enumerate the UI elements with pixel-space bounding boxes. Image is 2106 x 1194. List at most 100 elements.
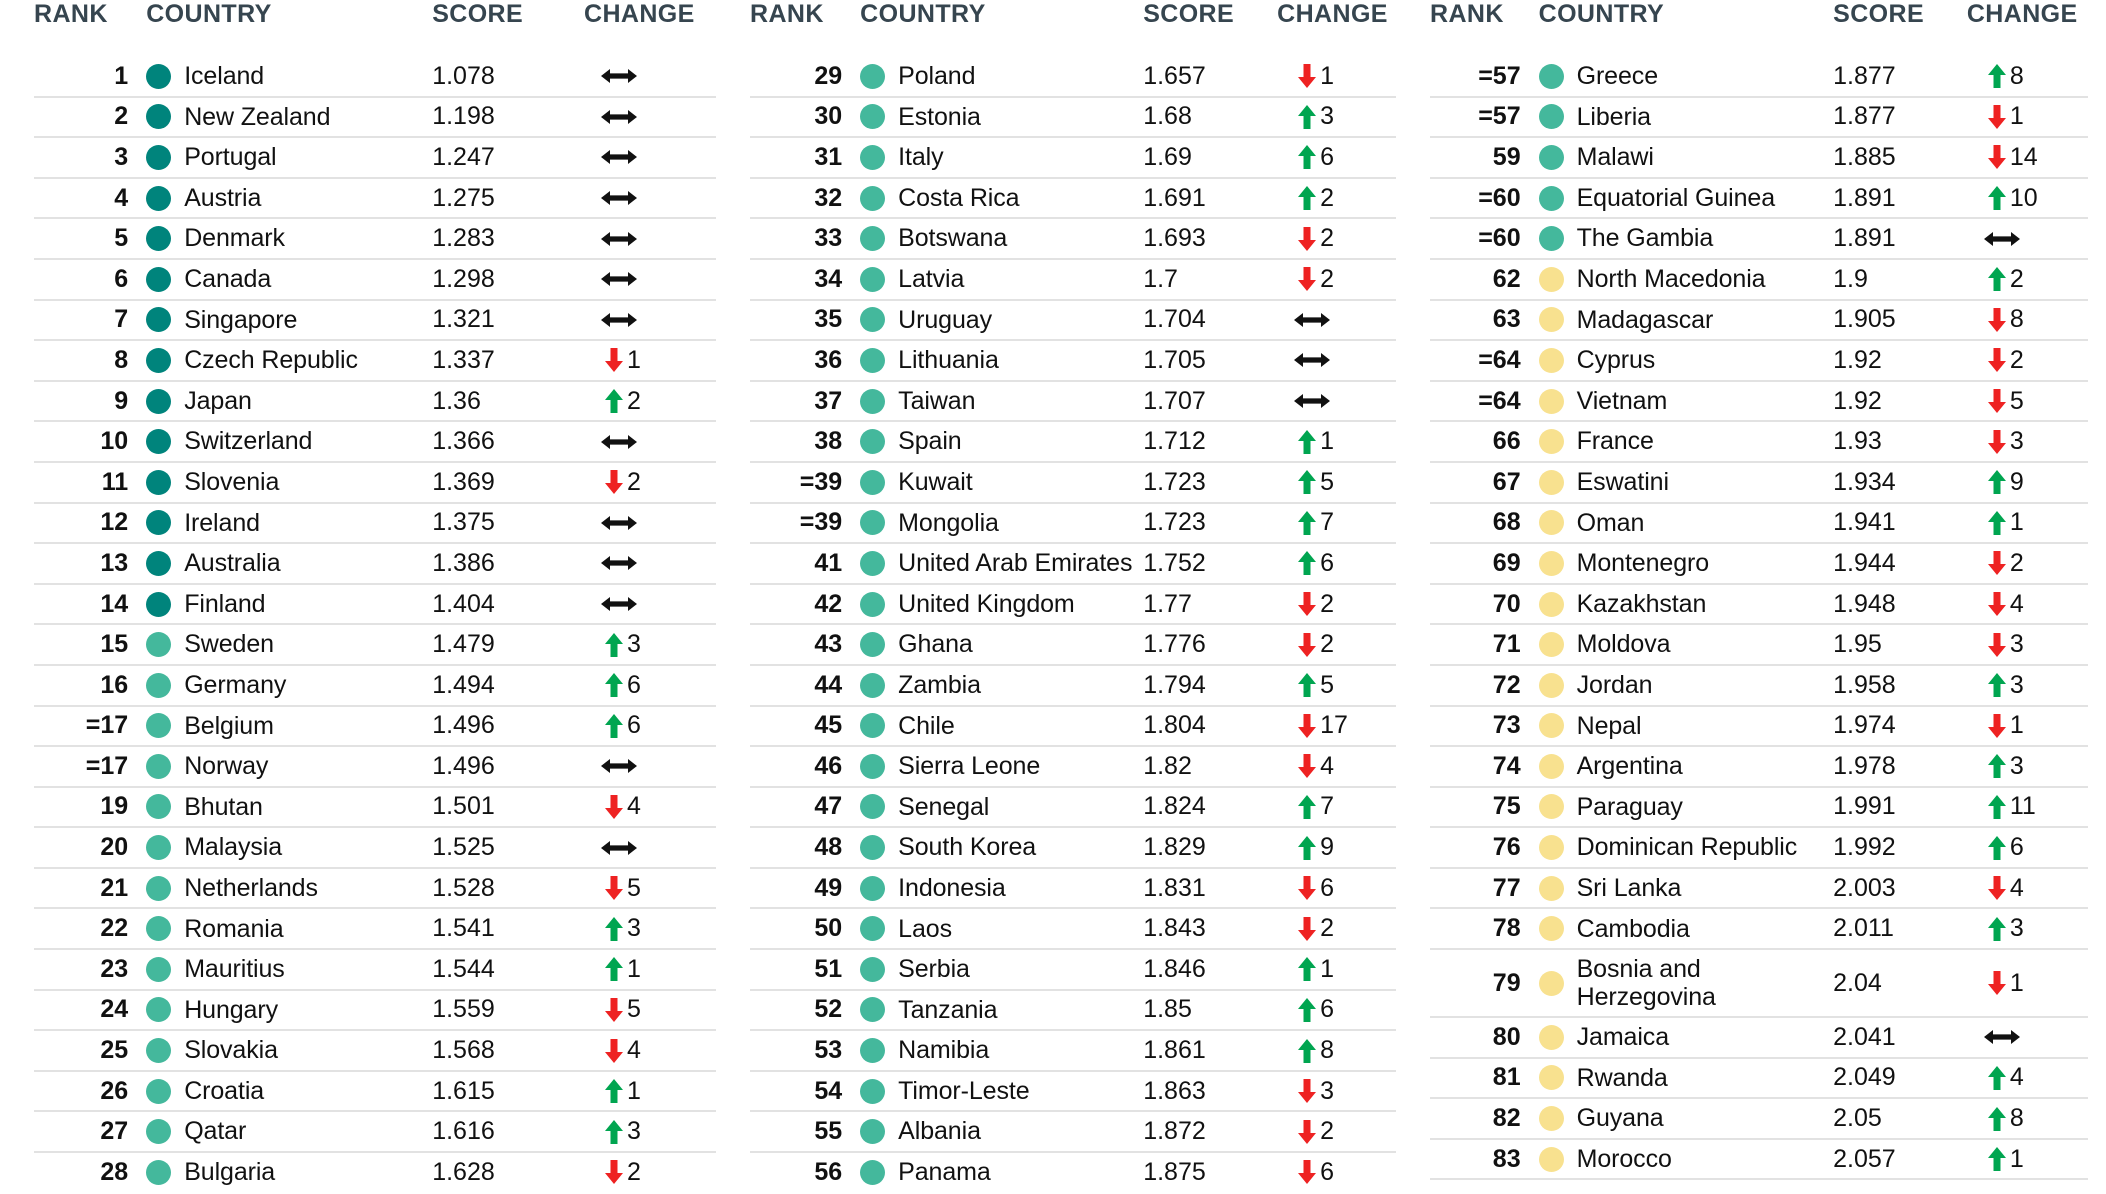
table-row[interactable]: =17 Norway 1.496 bbox=[34, 746, 716, 787]
table-row[interactable]: 21 Netherlands 1.528 5 bbox=[34, 867, 716, 909]
table-row[interactable]: 6 Canada 1.298 bbox=[34, 258, 716, 300]
table-row[interactable]: 30 Estonia 1.68 3 bbox=[750, 96, 1396, 138]
cell-country: Croatia bbox=[146, 1071, 432, 1112]
table-row[interactable]: 75 Paraguay 1.991 11 bbox=[1430, 786, 2088, 828]
table-row[interactable]: 37 Taiwan 1.707 bbox=[750, 380, 1396, 422]
table-row[interactable]: 55 Albania 1.872 2 bbox=[750, 1111, 1396, 1152]
country-name: Denmark bbox=[184, 224, 285, 253]
cell-country: Ireland bbox=[146, 503, 432, 544]
table-row[interactable]: 50 Laos 1.843 2 bbox=[750, 908, 1396, 949]
table-row[interactable]: 70 Kazakhstan 1.948 4 bbox=[1430, 583, 2088, 625]
table-row[interactable]: 28 Bulgaria 1.628 2 bbox=[34, 1152, 716, 1192]
table-row[interactable]: 59 Malawi 1.885 14 bbox=[1430, 137, 2088, 178]
table-row[interactable]: 10 Switzerland 1.366 bbox=[34, 421, 716, 462]
table-row[interactable]: 31 Italy 1.69 6 bbox=[750, 137, 1396, 178]
table-row[interactable]: 24 Hungary 1.559 5 bbox=[34, 989, 716, 1031]
table-row[interactable]: 38 Spain 1.712 1 bbox=[750, 421, 1396, 462]
table-row[interactable]: 20 Malaysia 1.525 bbox=[34, 827, 716, 868]
table-row[interactable]: 1 Iceland 1.078 bbox=[34, 57, 716, 97]
table-row[interactable]: =60 Equatorial Guinea 1.891 10 bbox=[1430, 177, 2088, 219]
table-row[interactable]: 51 Serbia 1.846 1 bbox=[750, 949, 1396, 990]
table-row[interactable]: 26 Croatia 1.615 1 bbox=[34, 1070, 716, 1112]
table-row[interactable]: 14 Finland 1.404 bbox=[34, 583, 716, 625]
table-row[interactable]: 19 Bhutan 1.501 4 bbox=[34, 786, 716, 828]
arrow-up-icon bbox=[1987, 916, 2007, 942]
table-row[interactable]: 2 New Zealand 1.198 bbox=[34, 96, 716, 138]
table-row[interactable]: 76 Dominican Republic 1.992 6 bbox=[1430, 827, 2088, 868]
table-row[interactable]: =64 Cyprus 1.92 2 bbox=[1430, 340, 2088, 381]
table-row[interactable]: 69 Montenegro 1.944 2 bbox=[1430, 543, 2088, 584]
table-row[interactable]: 7 Singapore 1.321 bbox=[34, 299, 716, 341]
table-row[interactable]: 33 Botswana 1.693 2 bbox=[750, 218, 1396, 259]
table-row[interactable]: 43 Ghana 1.776 2 bbox=[750, 624, 1396, 665]
table-row[interactable]: 35 Uruguay 1.704 bbox=[750, 299, 1396, 341]
table-row[interactable]: 80 Jamaica 2.041 bbox=[1430, 1017, 2088, 1058]
table-row[interactable]: 9 Japan 1.36 2 bbox=[34, 380, 716, 422]
table-row[interactable]: 42 United Kingdom 1.77 2 bbox=[750, 583, 1396, 625]
cell-change: 6 bbox=[1277, 137, 1396, 178]
table-row[interactable]: =39 Kuwait 1.723 5 bbox=[750, 461, 1396, 503]
change-value: 7 bbox=[1320, 508, 1335, 537]
table-row[interactable]: 56 Panama 1.875 6 bbox=[750, 1152, 1396, 1192]
table-row[interactable]: 25 Slovakia 1.568 4 bbox=[34, 1030, 716, 1071]
country-name: Austria bbox=[184, 183, 262, 212]
table-row[interactable]: 11 Slovenia 1.369 2 bbox=[34, 461, 716, 503]
change-value: 1 bbox=[2009, 508, 2024, 537]
peace-band-dot-icon bbox=[1538, 144, 1564, 170]
cell-rank: 72 bbox=[1492, 670, 1521, 699]
table-row[interactable]: 54 Timor-Leste 1.863 3 bbox=[750, 1070, 1396, 1112]
change-value: 5 bbox=[626, 995, 641, 1024]
table-row[interactable]: 52 Tanzania 1.85 6 bbox=[750, 989, 1396, 1031]
table-row[interactable]: 36 Lithuania 1.705 bbox=[750, 340, 1396, 381]
cell-change bbox=[584, 421, 716, 462]
table-row[interactable]: 16 Germany 1.494 6 bbox=[34, 664, 716, 706]
table-row[interactable]: 4 Austria 1.275 bbox=[34, 177, 716, 219]
table-row[interactable]: 32 Costa Rica 1.691 2 bbox=[750, 177, 1396, 219]
table-row[interactable]: 77 Sri Lanka 2.003 4 bbox=[1430, 867, 2088, 909]
cell-change: 1 bbox=[584, 949, 716, 990]
table-row[interactable]: =60 The Gambia 1.891 bbox=[1430, 218, 2088, 259]
table-row[interactable]: 71 Moldova 1.95 3 bbox=[1430, 624, 2088, 665]
table-row[interactable]: 15 Sweden 1.479 3 bbox=[34, 624, 716, 665]
table-row[interactable]: 53 Namibia 1.861 8 bbox=[750, 1030, 1396, 1071]
table-row[interactable]: =17 Belgium 1.496 6 bbox=[34, 705, 716, 747]
table-row[interactable]: 3 Portugal 1.247 bbox=[34, 137, 716, 178]
table-row[interactable]: 73 Nepal 1.974 1 bbox=[1430, 705, 2088, 747]
table-row[interactable]: 79 Bosnia and Herzegovina 2.04 1 bbox=[1430, 949, 2088, 1017]
table-row[interactable]: 68 Oman 1.941 1 bbox=[1430, 502, 2088, 544]
table-row[interactable]: 44 Zambia 1.794 5 bbox=[750, 664, 1396, 706]
table-row[interactable]: 67 Eswatini 1.934 9 bbox=[1430, 461, 2088, 503]
table-row[interactable]: 63 Madagascar 1.905 8 bbox=[1430, 299, 2088, 341]
table-row[interactable]: 13 Australia 1.386 bbox=[34, 543, 716, 584]
table-row[interactable]: 78 Cambodia 2.011 3 bbox=[1430, 908, 2088, 949]
header-score: SCORE bbox=[1833, 0, 1925, 28]
cell-rank: 45 bbox=[814, 711, 843, 740]
table-row[interactable]: 27 Qatar 1.616 3 bbox=[34, 1111, 716, 1152]
change-value: 1 bbox=[626, 1076, 641, 1105]
table-row[interactable]: 23 Mauritius 1.544 1 bbox=[34, 949, 716, 990]
table-row[interactable]: 83 Morocco 2.057 1 bbox=[1430, 1138, 2088, 1180]
table-row[interactable]: 46 Sierra Leone 1.82 4 bbox=[750, 746, 1396, 787]
table-row[interactable]: 66 France 1.93 3 bbox=[1430, 421, 2088, 462]
table-row[interactable]: 82 Guyana 2.05 8 bbox=[1430, 1098, 2088, 1139]
table-row[interactable]: 48 South Korea 1.829 9 bbox=[750, 827, 1396, 868]
table-row[interactable]: 81 Rwanda 2.049 4 bbox=[1430, 1057, 2088, 1099]
table-row[interactable]: 34 Latvia 1.7 2 bbox=[750, 258, 1396, 300]
table-row[interactable]: =64 Vietnam 1.92 5 bbox=[1430, 380, 2088, 422]
table-row[interactable]: =57 Liberia 1.877 1 bbox=[1430, 96, 2088, 138]
table-row[interactable]: 49 Indonesia 1.831 6 bbox=[750, 867, 1396, 909]
table-row[interactable]: 45 Chile 1.804 17 bbox=[750, 705, 1396, 747]
table-row[interactable]: 8 Czech Republic 1.337 1 bbox=[34, 340, 716, 381]
table-row[interactable]: 62 North Macedonia 1.9 2 bbox=[1430, 258, 2088, 300]
table-row[interactable]: =57 Greece 1.877 8 bbox=[1430, 57, 2088, 97]
table-row[interactable]: 5 Denmark 1.283 bbox=[34, 218, 716, 259]
table-row[interactable]: 22 Romania 1.541 3 bbox=[34, 908, 716, 949]
table-row[interactable]: 29 Poland 1.657 1 bbox=[750, 57, 1396, 97]
table-row[interactable]: 12 Ireland 1.375 bbox=[34, 502, 716, 544]
table-row[interactable]: =39 Mongolia 1.723 7 bbox=[750, 502, 1396, 544]
table-row[interactable]: 72 Jordan 1.958 3 bbox=[1430, 664, 2088, 706]
table-row[interactable]: 47 Senegal 1.824 7 bbox=[750, 786, 1396, 828]
table-row[interactable]: 41 United Arab Emirates 1.752 6 bbox=[750, 543, 1396, 584]
cell-change: 9 bbox=[1967, 462, 2088, 503]
table-row[interactable]: 74 Argentina 1.978 3 bbox=[1430, 746, 2088, 787]
